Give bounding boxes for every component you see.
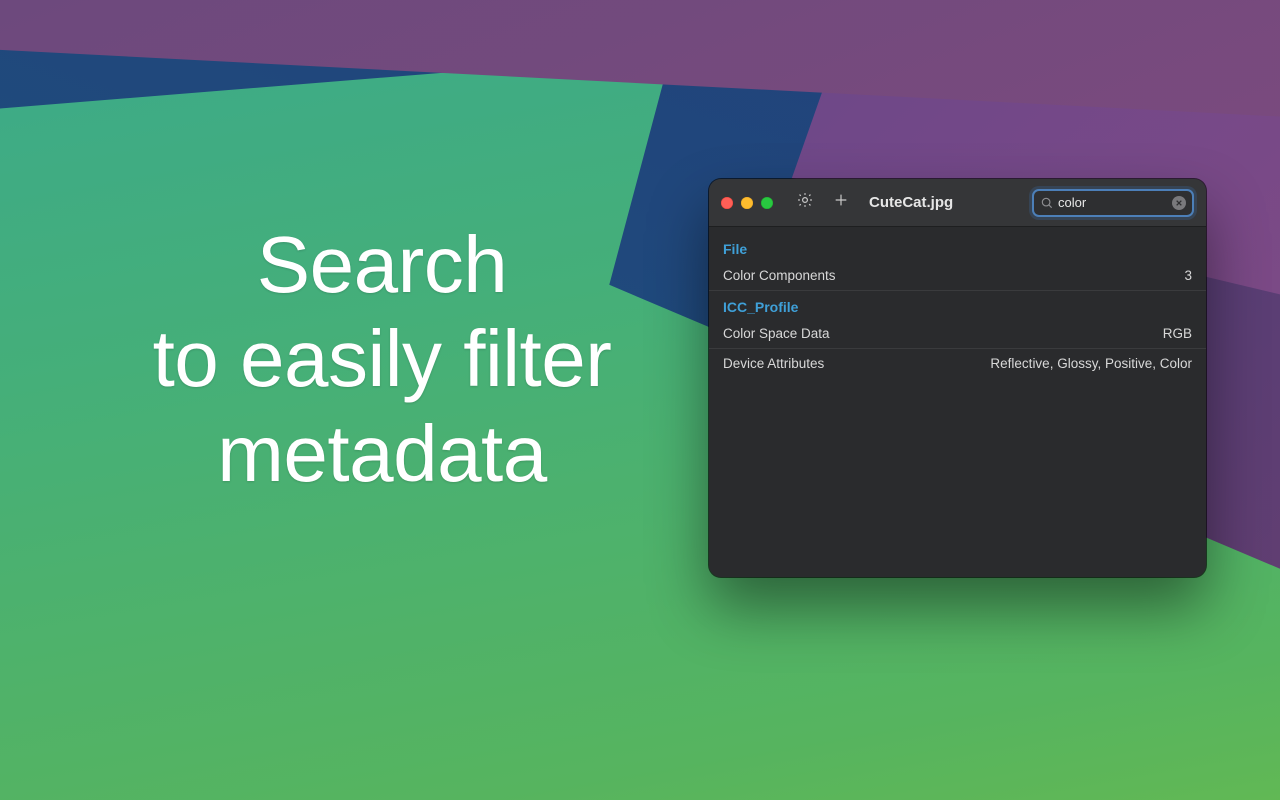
headline-line-1: Search [72, 218, 692, 312]
headline-line-2: to easily filter [72, 312, 692, 406]
close-icon [1175, 199, 1183, 207]
app-window: CuteCat.jpg File Color Components 3 IC [709, 179, 1206, 577]
window-title: CuteCat.jpg [869, 194, 953, 211]
table-row[interactable]: Device Attributes Reflective, Glossy, Po… [709, 349, 1206, 378]
gear-icon [796, 191, 814, 214]
metadata-value: RGB [1163, 326, 1192, 341]
marketing-headline: Search to easily filter metadata [72, 218, 692, 501]
metadata-key: Device Attributes [723, 356, 824, 371]
search-icon [1040, 196, 1054, 210]
section-header: File [709, 233, 1206, 261]
close-button[interactable] [721, 197, 733, 209]
zoom-button[interactable] [761, 197, 773, 209]
section-header: ICC_Profile [709, 291, 1206, 319]
add-button[interactable] [829, 191, 853, 215]
metadata-list: File Color Components 3 ICC_Profile Colo… [709, 227, 1206, 577]
plus-icon [833, 192, 849, 213]
table-row[interactable]: Color Space Data RGB [709, 319, 1206, 349]
headline-line-3: metadata [72, 407, 692, 501]
clear-search-button[interactable] [1172, 196, 1186, 210]
table-row[interactable]: Color Components 3 [709, 261, 1206, 291]
metadata-key: Color Space Data [723, 326, 830, 341]
settings-button[interactable] [793, 191, 817, 215]
metadata-key: Color Components [723, 268, 836, 283]
titlebar[interactable]: CuteCat.jpg [709, 179, 1206, 227]
metadata-value: Reflective, Glossy, Positive, Color [990, 356, 1192, 371]
metadata-value: 3 [1184, 268, 1192, 283]
minimize-button[interactable] [741, 197, 753, 209]
traffic-lights [721, 197, 773, 209]
search-input[interactable] [1054, 195, 1172, 210]
search-field[interactable] [1032, 189, 1194, 217]
